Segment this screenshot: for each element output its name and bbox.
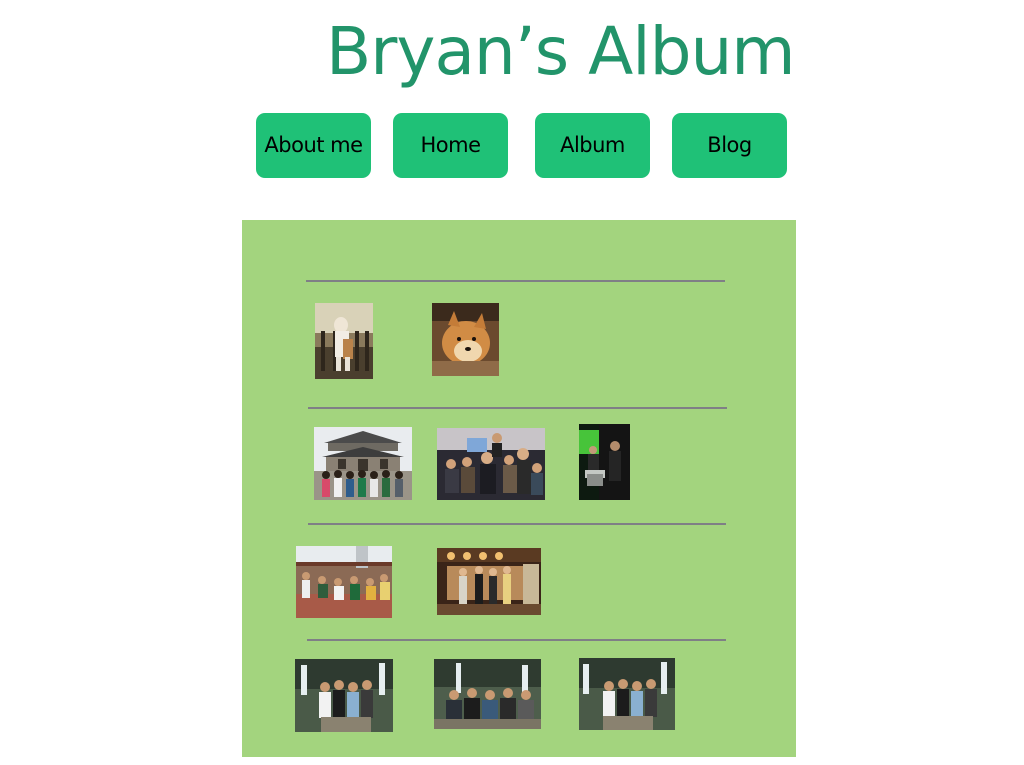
photo-thumbnail[interactable] xyxy=(315,303,373,379)
row-divider xyxy=(306,280,725,282)
nav-button-blog[interactable]: Blog xyxy=(672,113,787,178)
photo-thumbnail[interactable] xyxy=(437,548,541,615)
row-divider xyxy=(308,407,727,409)
photo-thumbnail[interactable] xyxy=(579,424,630,500)
photo-thumbnail[interactable] xyxy=(314,427,412,500)
nav-button-home[interactable]: Home xyxy=(393,113,508,178)
site-title: Bryan’s Album xyxy=(326,13,796,90)
nav-button-about-me[interactable]: About me xyxy=(256,113,371,178)
photo-thumbnail[interactable] xyxy=(579,658,675,730)
row-divider xyxy=(307,639,726,641)
page: Bryan’s Album About me Home Album Blog xyxy=(0,0,1024,765)
photo-thumbnail[interactable] xyxy=(295,659,393,732)
row-divider xyxy=(308,523,726,525)
photo-thumbnail[interactable] xyxy=(296,546,392,618)
photo-thumbnail[interactable] xyxy=(432,303,499,376)
nav-button-album[interactable]: Album xyxy=(535,113,650,178)
album-panel xyxy=(242,220,796,757)
photo-thumbnail[interactable] xyxy=(437,428,545,500)
photo-thumbnail[interactable] xyxy=(434,659,541,729)
